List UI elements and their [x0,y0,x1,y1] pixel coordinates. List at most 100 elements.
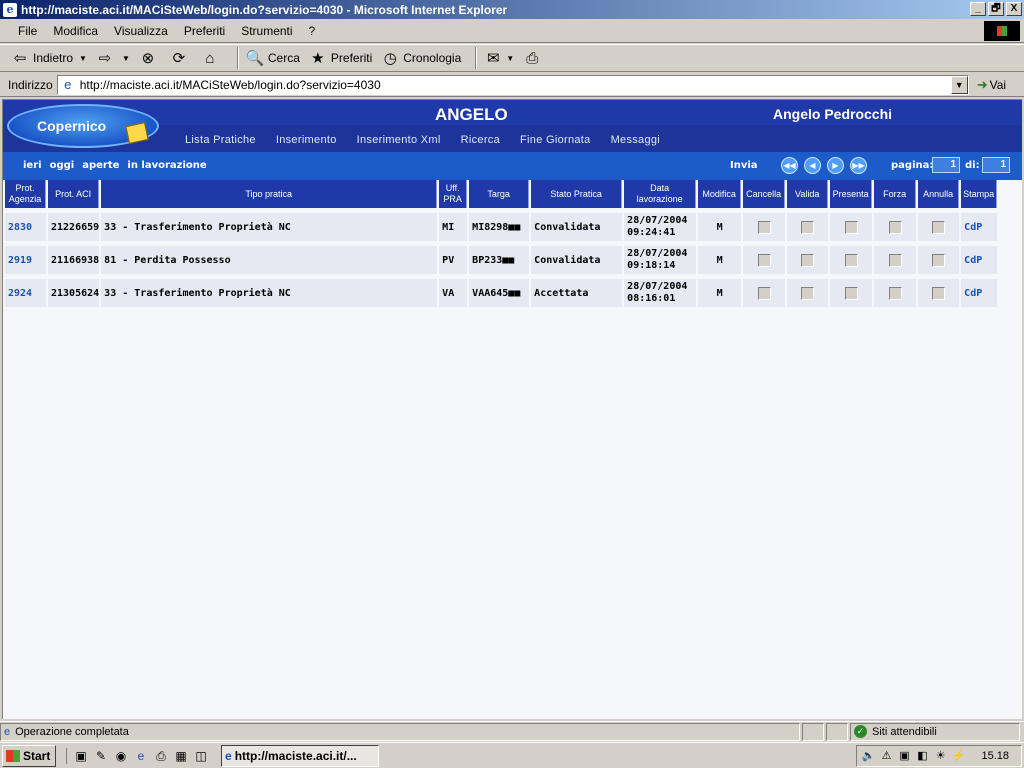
first-page-icon[interactable]: ◀◀ [781,157,798,174]
tray-app-icon-3[interactable]: ☀ [933,749,948,764]
taskbar-item-ie[interactable]: e http://maciste.aci.it/... [221,744,379,767]
valida-checkbox[interactable] [801,220,815,234]
back-button[interactable]: ⇦ Indietro ▼ [10,48,87,68]
forward-dropdown-icon[interactable]: ▼ [122,54,130,63]
nav-ricerca[interactable]: Ricerca [461,134,500,146]
valida-cell [787,213,829,241]
menu-strumenti[interactable]: Strumenti [233,24,300,38]
forza-checkbox[interactable] [888,253,902,267]
mail-dropdown-icon[interactable]: ▼ [506,54,514,63]
prev-page-icon[interactable]: ◀ [804,157,821,174]
nav-messaggi[interactable]: Messaggi [611,134,660,146]
col-prot-agenzia[interactable]: Prot. Agenzia [5,180,46,208]
address-dropdown-icon[interactable]: ▼ [950,75,968,94]
modifica-link[interactable]: M [698,213,742,241]
minimize-button[interactable]: _ [970,2,986,16]
go-button[interactable]: ➜ Vai [977,77,1006,93]
desktop-icon[interactable]: ▣ [73,748,89,764]
cancella-checkbox[interactable] [757,286,771,300]
copernico-logo[interactable]: Copernico [7,104,159,148]
nav-fine-giornata[interactable]: Fine Giornata [520,134,591,146]
next-page-icon[interactable]: ▶ [827,157,844,174]
print-button[interactable]: ⎙ [522,48,545,68]
search-button[interactable]: 🔍 Cerca [245,48,300,68]
start-button[interactable]: Start [2,744,56,767]
tray-app-icon[interactable]: ▣ [897,749,912,764]
menu-file[interactable]: File [10,24,45,38]
valida-checkbox[interactable] [801,286,815,300]
favorites-button[interactable]: ★ Preferiti [308,48,372,68]
network-icon[interactable]: ⚠ [879,749,894,764]
refresh-button[interactable]: ⟳ [169,48,192,68]
annulla-checkbox[interactable] [932,220,946,234]
pager: ◀◀ ◀ ▶ ▶▶ [781,157,867,174]
annulla-checkbox[interactable] [932,286,946,300]
printer-quicklaunch-icon[interactable]: ⎙ [153,748,169,764]
forza-cell [874,246,917,274]
history-button[interactable]: ◷ Cronologia [380,48,462,68]
col-uff-pra[interactable]: Uff. PRA [439,180,468,208]
media-player-icon[interactable]: ◉ [113,748,129,764]
nav-lista-pratiche[interactable]: Lista Pratiche [185,134,256,146]
stop-button[interactable]: ⊗ [138,48,161,68]
maximize-button[interactable]: 🗗 [988,2,1004,16]
menu-preferiti[interactable]: Preferiti [176,24,233,38]
ie-quicklaunch-icon[interactable]: e [133,748,149,764]
page-label: pagina: [891,160,934,171]
system-tray: 🔈 ⚠ ▣ ◧ ☀ ⚡ 15.18 [856,745,1022,767]
page-input[interactable]: 1 [932,157,960,173]
prot-agenzia-link[interactable]: 2830 [5,213,46,241]
presenta-checkbox[interactable] [844,220,858,234]
valida-checkbox[interactable] [801,253,815,267]
presenta-checkbox[interactable] [844,253,858,267]
tray-app-icon-2[interactable]: ◧ [915,749,930,764]
filter-ieri[interactable]: ieri [23,160,42,171]
targa: VAA645■■ [469,279,530,307]
filter-oggi[interactable]: oggi [50,160,75,171]
close-button[interactable]: X [1006,2,1022,16]
table-header-row: Prot. Agenzia Prot. ACI Tipo pratica Uff… [5,180,998,208]
prot-agenzia-link[interactable]: 2919 [5,246,46,274]
app-quicklaunch-icon[interactable]: ◫ [193,748,209,764]
home-button[interactable]: ⌂ [200,48,223,68]
forza-checkbox[interactable] [888,220,902,234]
nav-inserimento-xml[interactable]: Inserimento Xml [357,134,441,146]
menu-help[interactable]: ? [301,24,324,38]
col-stato-pratica[interactable]: Stato Pratica [531,180,623,208]
edit-icon[interactable]: ✎ [93,748,109,764]
stampa-link[interactable]: CdP [961,213,998,241]
col-tipo-pratica[interactable]: Tipo pratica [101,180,438,208]
modifica-link[interactable]: M [698,246,742,274]
presenta-checkbox[interactable] [844,286,858,300]
main-nav: Lista Pratiche Inserimento Inserimento X… [185,134,660,146]
prot-agenzia-link[interactable]: 2924 [5,279,46,307]
col-targa[interactable]: Targa [469,180,530,208]
cancella-checkbox[interactable] [757,220,771,234]
cancella-checkbox[interactable] [757,253,771,267]
tray-app-icon-4[interactable]: ⚡ [951,749,966,764]
address-input[interactable]: e http://maciste.aci.it/MACiSteWeb/login… [56,74,969,95]
back-dropdown-icon[interactable]: ▼ [79,54,87,63]
menu-modifica[interactable]: Modifica [45,24,106,38]
nav-inserimento[interactable]: Inserimento [276,134,337,146]
calculator-icon[interactable]: ▦ [173,748,189,764]
stampa-link[interactable]: CdP [961,246,998,274]
modifica-link[interactable]: M [698,279,742,307]
stampa-link[interactable]: CdP [961,279,998,307]
page-icon: e [64,76,72,92]
send-button[interactable]: Invia [730,160,758,171]
printer-icon: ⎙ [526,49,539,67]
mail-button[interactable]: ✉ ▼ [483,48,514,68]
col-prot-aci[interactable]: Prot. ACI [48,180,100,208]
menu-visualizza[interactable]: Visualizza [106,24,176,38]
col-valida: Valida [787,180,829,208]
filter-aperte[interactable]: aperte [82,160,119,171]
annulla-checkbox[interactable] [932,253,946,267]
forza-checkbox[interactable] [888,286,902,300]
volume-icon[interactable]: 🔈 [861,749,876,764]
col-annulla: Annulla [918,180,960,208]
last-page-icon[interactable]: ▶▶ [850,157,867,174]
forward-button[interactable]: ⇨ ▼ [95,48,130,68]
col-data-lavorazione[interactable]: Data lavorazione [624,180,697,208]
filter-in-lavorazione[interactable]: in lavorazione [127,160,206,171]
